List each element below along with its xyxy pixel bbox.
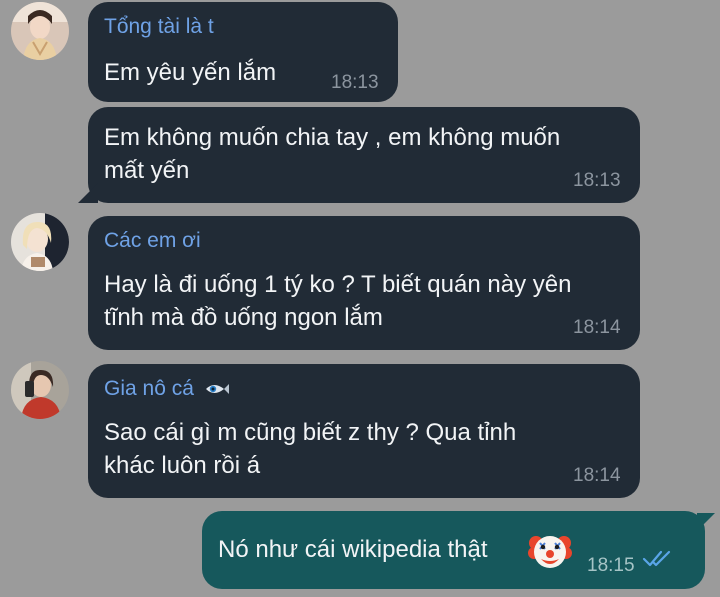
sender-name[interactable]: Gia nô cá (104, 377, 230, 401)
message-text: Em yêu yến lắm (104, 59, 277, 86)
chat-screen: { "messages": [ { "sender": "Tổng tài là… (0, 0, 720, 597)
message-time: 18:15 (587, 555, 635, 576)
avatar-cac-em-oi[interactable] (11, 213, 69, 271)
sender-name-text: Gia nô cá (104, 377, 194, 400)
avatar-image (11, 2, 69, 60)
message-time: 18:13 (331, 72, 379, 93)
message-time: 18:13 (573, 170, 621, 191)
message-bubble[interactable]: Các em ơi Hay là đi uống 1 tý ko ? T biế… (88, 216, 640, 350)
message-text: Sao cái gì m cũng biết z thy ? Qua tỉnh (104, 419, 517, 446)
sender-name[interactable]: Tổng tài là t (104, 15, 214, 39)
avatar-tong-tai[interactable] (11, 2, 69, 60)
message-text: tĩnh mà đồ uống ngon lắm (104, 304, 383, 331)
message-bubble[interactable]: Em không muốn chia tay , em không muốn m… (88, 107, 640, 203)
message-time: 18:14 (573, 317, 621, 338)
double-check-icon (642, 550, 671, 567)
avatar-gia-no-ca[interactable] (11, 361, 69, 419)
message-text: Nó như cái wikipedia thật (218, 536, 488, 563)
avatar-image (11, 213, 69, 271)
message-text: khác luôn rồi á (104, 452, 261, 479)
message-bubble[interactable]: Tổng tài là t Em yêu yến lắm 18:13 (88, 2, 398, 102)
clown-face-icon (528, 536, 572, 568)
message-text: Hay là đi uống 1 tý ko ? T biết quán này… (104, 271, 572, 298)
message-time: 18:14 (573, 465, 621, 486)
outgoing-message-bubble[interactable]: Nó như cái wikipedia thật 18:15 (202, 511, 705, 589)
avatar-image (11, 361, 69, 419)
message-bubble[interactable]: Gia nô cá Sao cái gì m cũng biết z thy ?… (88, 364, 640, 498)
fish-eye-icon (205, 384, 229, 395)
sender-name[interactable]: Các em ơi (104, 229, 201, 253)
message-text: mất yến (104, 157, 190, 184)
message-text: Em không muốn chia tay , em không muốn (104, 124, 561, 151)
